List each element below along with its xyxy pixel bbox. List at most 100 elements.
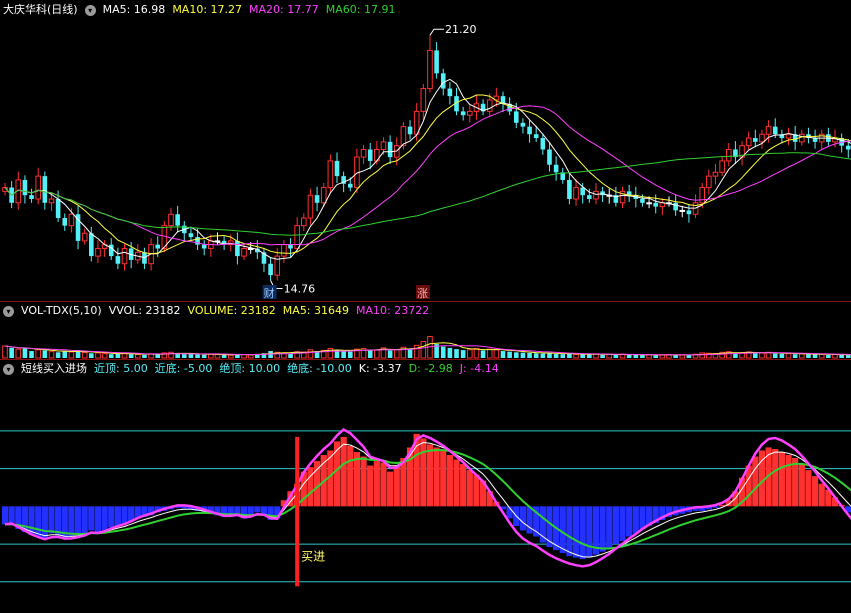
- volume-bar: [567, 353, 572, 358]
- volume-bar: [135, 354, 141, 359]
- indicator-bar: [8, 506, 15, 523]
- vol-title[interactable]: VOL-TDX(5,10): [21, 302, 102, 320]
- indicator-bar: [88, 506, 95, 531]
- volume-bar: [686, 355, 692, 358]
- indicator-legend: ▾ 短线买入进场 近顶: 5.00 近底: -5.00 绝顶: 10.00 绝底…: [0, 360, 499, 378]
- candle-body: [593, 190, 599, 200]
- candle-body: [35, 175, 42, 200]
- buy-signal-label: 买进: [301, 550, 325, 564]
- volume-bar: [55, 352, 61, 358]
- indicator-bar: [81, 506, 88, 534]
- d-label: D: -2.98: [408, 362, 453, 375]
- ma10-line: [4, 94, 851, 255]
- volume-bar: [467, 349, 473, 359]
- near-top-label: 近顶: 5.00: [94, 362, 148, 375]
- indicator-bar: [41, 506, 48, 539]
- volume-bar: [812, 354, 818, 358]
- volume-bar: [181, 354, 187, 358]
- indicator-bar: [440, 450, 447, 507]
- indicator-bar: [307, 467, 314, 507]
- candle-body: [62, 218, 68, 226]
- event-cai-label: 财: [264, 286, 275, 300]
- high-marker: [429, 28, 444, 36]
- volume-bar: [580, 354, 585, 358]
- indicator-bar: [599, 506, 606, 552]
- indicator-bar: [121, 506, 128, 525]
- k-label: K: -3.37: [358, 362, 402, 375]
- volume-bar: [673, 355, 678, 358]
- volume-bar: [560, 354, 566, 358]
- indicator-bar: [74, 506, 82, 536]
- indicator-bar: [367, 465, 374, 507]
- candle-body: [360, 148, 367, 158]
- candle-body: [48, 198, 55, 204]
- settings-icon[interactable]: ▾: [84, 4, 96, 16]
- candle-body: [646, 202, 652, 205]
- candle-body: [81, 232, 88, 242]
- volume-bar: [699, 352, 706, 359]
- candle-body: [347, 183, 353, 188]
- candle-body: [434, 50, 439, 74]
- indicator-bar: [35, 506, 42, 537]
- indicator-bar: [778, 451, 785, 507]
- candle-body: [168, 213, 174, 227]
- indicator-bar: [94, 506, 102, 534]
- candle-body: [845, 145, 851, 150]
- candle-body: [467, 110, 473, 116]
- candle-body: [725, 148, 732, 162]
- indicator-bar: [373, 461, 380, 507]
- indicator-bar: [632, 506, 639, 534]
- volume-bar: [832, 354, 838, 359]
- volume-bar: [42, 350, 48, 358]
- candle-body: [765, 126, 772, 135]
- indicator-bar: [380, 462, 387, 507]
- indicator-bar: [818, 483, 825, 507]
- candle-body: [301, 217, 307, 227]
- settings-icon[interactable]: ▾: [3, 305, 14, 317]
- indicator-bar: [460, 464, 467, 507]
- indicator-bar: [433, 447, 440, 507]
- candle-body: [440, 73, 446, 89]
- volume-bar: [640, 355, 645, 358]
- volume-bar: [480, 350, 486, 358]
- volume-bar: [89, 353, 94, 358]
- volume-bar: [407, 348, 413, 358]
- vol-ma10-label: MA10: 23722: [356, 304, 430, 317]
- candle-body: [686, 210, 692, 215]
- volume-bar: [513, 352, 519, 358]
- volume-bar: [128, 354, 134, 358]
- indicator-title[interactable]: 短线买入进场: [21, 360, 87, 378]
- candle-body: [400, 126, 407, 147]
- stock-title[interactable]: 大庆华科(日线): [3, 1, 78, 19]
- settings-icon[interactable]: ▾: [3, 363, 14, 375]
- indicator-bar: [772, 448, 779, 507]
- candle-body: [812, 138, 818, 142]
- indicator-bar: [114, 506, 121, 526]
- candle-body: [706, 175, 712, 189]
- volume-bar: [142, 354, 147, 358]
- candle-body: [587, 195, 592, 199]
- indicator-bar: [792, 458, 799, 507]
- volume-bar: [413, 344, 420, 359]
- volume-bar: [600, 354, 605, 358]
- j-label: J: -4.14: [459, 362, 499, 375]
- indicator-bar: [234, 506, 241, 514]
- volume-bar: [68, 351, 75, 359]
- volume-bar: [288, 353, 293, 358]
- volume-bar: [826, 354, 831, 358]
- candle-body: [533, 134, 539, 139]
- volume-bar: [520, 352, 526, 358]
- volume-bar: [35, 349, 42, 359]
- indicator-bar: [805, 470, 812, 507]
- volume-bar: [227, 354, 234, 359]
- candle-body: [447, 88, 453, 97]
- candle-body: [799, 133, 805, 143]
- volume-bar: [188, 353, 194, 358]
- candle-body: [759, 133, 765, 143]
- candle-body: [201, 244, 207, 249]
- indicator-bar: [420, 438, 427, 507]
- candle-body: [155, 244, 161, 249]
- volume-bar: [613, 354, 619, 358]
- volume-bar: [48, 351, 55, 359]
- volume-bar: [553, 353, 559, 358]
